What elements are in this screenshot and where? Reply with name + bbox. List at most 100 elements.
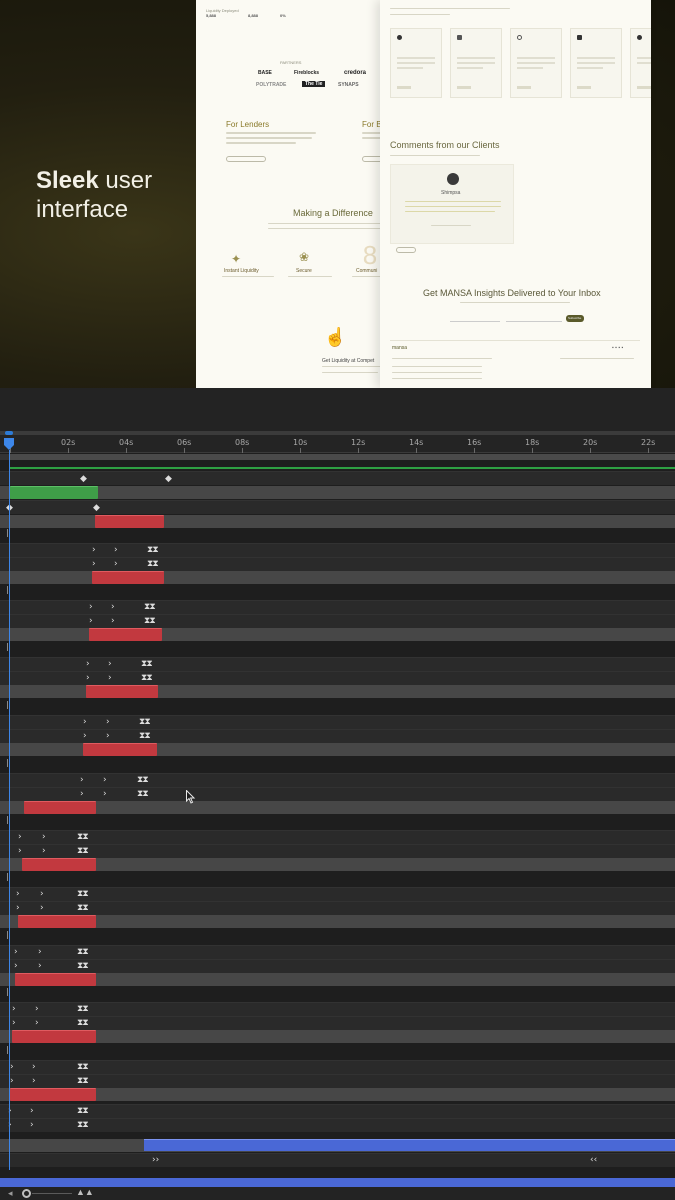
keyframe-arrow-icon[interactable]: › bbox=[32, 1076, 36, 1086]
name-field[interactable] bbox=[450, 316, 500, 322]
subscribe-button[interactable]: Subscribe bbox=[566, 315, 584, 322]
keyframe-arrow-icon[interactable]: › bbox=[103, 775, 107, 785]
keyframe-arrow-icon[interactable]: › bbox=[114, 545, 118, 555]
layer-bar-red[interactable] bbox=[22, 858, 96, 871]
time-ruler[interactable]: 0s 02s 04s 06s 08s 10s 12s 14s 16s 18s 2… bbox=[0, 435, 675, 453]
layer-bar-red[interactable] bbox=[86, 685, 158, 698]
secure-icon: ❀ bbox=[298, 250, 310, 264]
work-area-range[interactable] bbox=[10, 454, 675, 460]
easy-ease-keyframe-icon[interactable]: ⧗⧗ bbox=[137, 789, 149, 799]
keyframe-arrow-icon[interactable]: › bbox=[12, 1004, 16, 1014]
layer-bar-green[interactable] bbox=[10, 486, 98, 499]
keyframe-arrow-icon[interactable]: ◆ bbox=[93, 503, 100, 513]
easy-ease-keyframe-icon[interactable]: ⧗⧗ bbox=[139, 731, 151, 741]
keyframe-arrow-icon[interactable]: › bbox=[83, 731, 87, 741]
easy-ease-keyframe-icon[interactable]: ⧗⧗ bbox=[77, 947, 89, 957]
work-area-bar[interactable] bbox=[0, 454, 675, 460]
keyframe-arrow-icon[interactable]: › bbox=[83, 717, 87, 727]
easy-ease-keyframe-icon[interactable]: ⧗⧗ bbox=[77, 1004, 89, 1014]
easy-ease-keyframe-icon[interactable]: ⧗⧗ bbox=[77, 903, 89, 913]
keyframe-arrow-icon[interactable]: › bbox=[38, 947, 42, 957]
keyframe-arrow-icon[interactable]: › bbox=[14, 947, 18, 957]
social-icons[interactable]: ▪ ▪ ▪ ▪ bbox=[612, 345, 623, 351]
keyframe-arrow-icon[interactable]: › bbox=[16, 903, 20, 913]
keyframe-arrow-icon[interactable]: › bbox=[92, 559, 96, 569]
keyframe-arrow-icon[interactable]: › bbox=[14, 961, 18, 971]
keyframe-arrow-icon[interactable]: › bbox=[38, 961, 42, 971]
keyframe-arrow-icon[interactable]: › bbox=[92, 545, 96, 555]
keyframe-arrow-icon[interactable]: › bbox=[108, 673, 112, 683]
keyframe-arrow-icon[interactable]: › bbox=[42, 832, 46, 842]
keyframe-arrow-icon[interactable]: › bbox=[32, 1062, 36, 1072]
keyframe-arrow-icon[interactable]: › bbox=[18, 846, 22, 856]
zoom-slider-knob[interactable] bbox=[22, 1189, 31, 1198]
keyframe-arrow-icon[interactable]: ◆ bbox=[80, 474, 87, 484]
easy-ease-keyframe-icon[interactable]: ⧗⧗ bbox=[141, 673, 153, 683]
easy-ease-keyframe-icon[interactable]: ⧗⧗ bbox=[137, 775, 149, 785]
layer-bar-red[interactable] bbox=[89, 628, 162, 641]
keyframe-arrow-icon[interactable]: › bbox=[106, 717, 110, 727]
layer-bar-blue[interactable] bbox=[144, 1139, 675, 1151]
layer-bar-red[interactable] bbox=[24, 801, 96, 814]
keyframe-arrow-icon[interactable]: › bbox=[89, 602, 93, 612]
keyframe-arrow-icon[interactable]: › bbox=[40, 903, 44, 913]
keyframe-arrow-icon[interactable]: › bbox=[111, 616, 115, 626]
keyframe-arrow-icon[interactable]: › bbox=[42, 846, 46, 856]
testimonial-nav-button[interactable] bbox=[396, 247, 416, 253]
keyframe-arrow-icon[interactable]: › bbox=[86, 673, 90, 683]
zoom-slider-track[interactable] bbox=[32, 1193, 72, 1194]
layer-bar-red[interactable] bbox=[10, 1088, 96, 1101]
keyframe-arrow-icon[interactable]: › bbox=[86, 659, 90, 669]
easy-ease-keyframe-icon[interactable]: ⧗⧗ bbox=[139, 717, 151, 727]
zoom-out-icon[interactable]: ◂ bbox=[8, 1188, 13, 1199]
email-field[interactable] bbox=[506, 316, 562, 322]
keyframe-arrow-icon[interactable]: ›› bbox=[152, 1155, 159, 1165]
easy-ease-keyframe-icon[interactable]: ⧗⧗ bbox=[147, 545, 159, 555]
easy-ease-keyframe-icon[interactable]: ⧗⧗ bbox=[144, 602, 156, 612]
keyframe-arrow-icon[interactable]: › bbox=[80, 789, 84, 799]
zoom-in-icon[interactable]: ▲▲ bbox=[76, 1187, 94, 1197]
layer-bar-red[interactable] bbox=[18, 915, 96, 928]
easy-ease-keyframe-icon[interactable]: ⧗⧗ bbox=[141, 659, 153, 669]
easy-ease-keyframe-icon[interactable]: ⧗⧗ bbox=[77, 846, 89, 856]
keyframe-arrow-icon[interactable]: › bbox=[89, 616, 93, 626]
keyframe-arrow-icon[interactable]: › bbox=[30, 1106, 34, 1116]
keyframe-arrow-icon[interactable]: › bbox=[80, 775, 84, 785]
keyframe-arrow-icon[interactable]: › bbox=[16, 889, 20, 899]
layer-bar-red[interactable] bbox=[83, 743, 157, 756]
layer-bar-red[interactable] bbox=[92, 571, 164, 584]
layer-row bbox=[0, 1030, 675, 1043]
layer-bar-red[interactable] bbox=[15, 973, 96, 986]
easy-ease-keyframe-icon[interactable]: ⧗⧗ bbox=[77, 1062, 89, 1072]
keyframe-arrow-icon[interactable]: › bbox=[40, 889, 44, 899]
keyframe-arrow-icon[interactable]: › bbox=[30, 1120, 34, 1130]
lenders-button[interactable] bbox=[226, 156, 266, 162]
easy-ease-keyframe-icon[interactable]: ⧗⧗ bbox=[144, 616, 156, 626]
easy-ease-keyframe-icon[interactable]: ⧗⧗ bbox=[77, 961, 89, 971]
layer-bar-red[interactable] bbox=[95, 515, 164, 528]
easy-ease-keyframe-icon[interactable]: ⧗⧗ bbox=[77, 1076, 89, 1086]
track-lane bbox=[0, 1153, 675, 1167]
easy-ease-keyframe-icon[interactable]: ⧗⧗ bbox=[77, 832, 89, 842]
keyframe-arrow-icon[interactable]: › bbox=[10, 1062, 14, 1072]
keyframe-arrow-icon[interactable]: › bbox=[35, 1004, 39, 1014]
keyframe-arrow-icon[interactable]: › bbox=[106, 731, 110, 741]
keyframe-arrow-icon[interactable]: ◆ bbox=[165, 474, 172, 484]
playhead-icon[interactable] bbox=[4, 438, 14, 450]
easy-ease-keyframe-icon[interactable]: ⧗⧗ bbox=[147, 559, 159, 569]
keyframe-arrow-icon[interactable]: › bbox=[114, 559, 118, 569]
keyframe-arrow-icon[interactable]: › bbox=[103, 789, 107, 799]
easy-ease-keyframe-icon[interactable]: ⧗⧗ bbox=[77, 1106, 89, 1116]
website-mockup-right: Comments from our Clients Shimpsa Get MA… bbox=[380, 0, 651, 388]
layer-bar-red[interactable] bbox=[12, 1030, 96, 1043]
keyframe-arrow-icon[interactable]: › bbox=[108, 659, 112, 669]
keyframe-arrow-icon[interactable]: › bbox=[10, 1076, 14, 1086]
keyframe-arrow-icon[interactable]: › bbox=[18, 832, 22, 842]
easy-ease-keyframe-icon[interactable]: ⧗⧗ bbox=[77, 889, 89, 899]
keyframe-arrow-icon[interactable]: › bbox=[12, 1018, 16, 1028]
keyframe-arrow-icon[interactable]: › bbox=[111, 602, 115, 612]
keyframe-arrow-icon[interactable]: ‹‹ bbox=[590, 1155, 597, 1165]
easy-ease-keyframe-icon[interactable]: ⧗⧗ bbox=[77, 1018, 89, 1028]
easy-ease-keyframe-icon[interactable]: ⧗⧗ bbox=[77, 1120, 89, 1130]
keyframe-arrow-icon[interactable]: › bbox=[35, 1018, 39, 1028]
